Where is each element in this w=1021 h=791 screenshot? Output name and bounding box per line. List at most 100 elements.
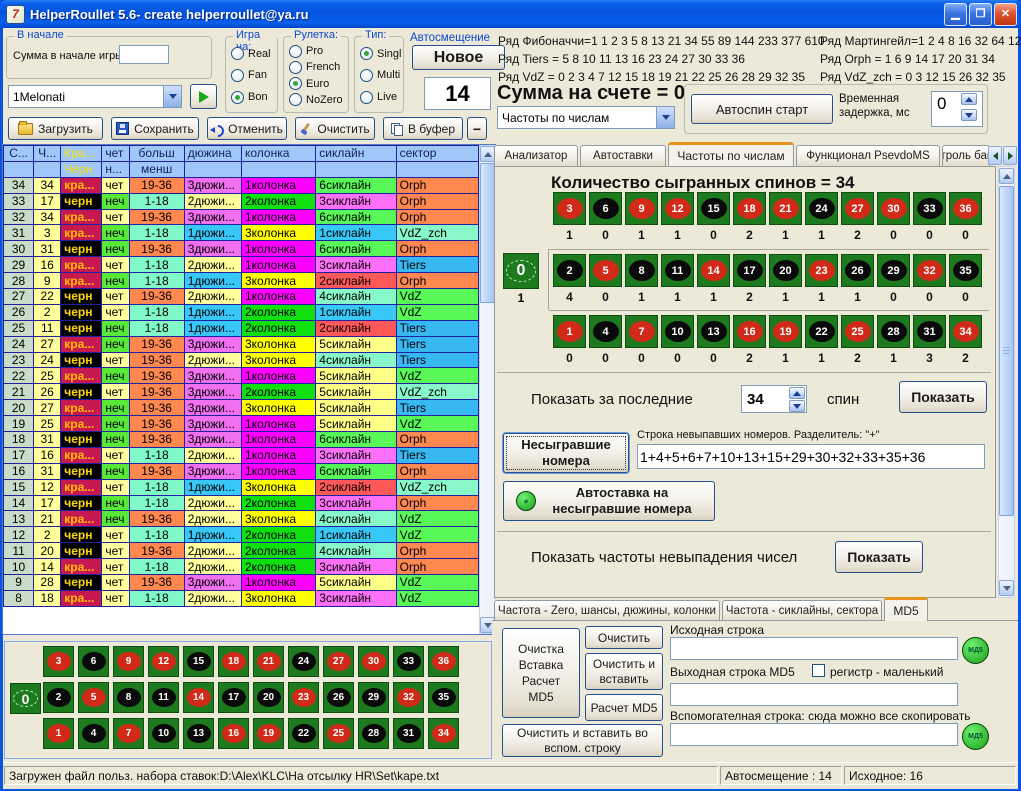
number-cell[interactable]: 15 [697,192,730,225]
table-row[interactable]: 2511черннеч1-181дюжи...2колонка2сиклайнT… [4,320,479,336]
tab-2[interactable]: Автоставки [580,145,666,166]
number-cell[interactable]: 33 [393,646,424,677]
scroll-thumb[interactable] [480,163,495,303]
number-cell[interactable]: 20 [253,682,284,713]
md5-aux-run-icon-button[interactable]: МД5 [962,723,989,750]
tab-3[interactable]: Частоты по числам [668,142,794,166]
radio-option-fan[interactable]: Fan [231,69,275,82]
md5-run-icon-button[interactable]: МД5 [962,637,989,664]
загрузить-button[interactable]: Загрузить [8,117,103,140]
scroll-down-icon[interactable] [999,580,1014,596]
number-cell[interactable]: 22 [805,315,838,348]
start-sum-input[interactable] [119,45,169,64]
number-cell[interactable]: 29 [358,682,389,713]
number-cell[interactable]: 3 [43,646,74,677]
table-row[interactable]: 1120чернчет19-362дюжи...2колонка4сиклайн… [4,543,479,559]
table-row[interactable]: 2126чернчет19-363дюжи...2колонка5сиклайн… [4,384,479,400]
tab-scroll-left-icon[interactable] [988,146,1002,165]
number-cell[interactable]: 31 [393,718,424,749]
number-cell[interactable]: 18 [218,646,249,677]
number-cell[interactable]: 28 [358,718,389,749]
preset-combo[interactable]: 1Melonati [8,85,182,108]
radio-option-nozero[interactable]: NoZero [289,93,346,106]
show-last-spin-up[interactable] [789,387,805,399]
number-cell[interactable]: 24 [288,646,319,677]
chevron-down-icon[interactable] [163,86,181,107]
number-cell[interactable]: 29 [877,254,910,287]
md5-source-input[interactable] [670,637,958,660]
number-cell[interactable]: 31 [913,315,946,348]
number-cell[interactable]: 18 [733,192,766,225]
md5-out-input[interactable] [670,683,958,706]
radio-option-pro[interactable]: Pro [289,45,346,58]
number-cell[interactable]: 1 [553,315,586,348]
board-zero-cell[interactable]: 0 [10,683,41,714]
tab-3[interactable]: MD5 [884,597,928,621]
number-cell[interactable]: 13 [183,718,214,749]
table-row[interactable]: 818кра...чет1-182дюжи...3колонка3сиклайн… [4,590,479,606]
number-cell[interactable]: 12 [661,192,694,225]
autobet-missed-button[interactable]: ⌀ Автоставка на несыгравшие номера [503,481,715,521]
table-row[interactable]: 2722чернчет19-362дюжи...1колонка4сиклайн… [4,289,479,305]
number-cell[interactable]: 33 [913,192,946,225]
table-row[interactable]: 122чернчет1-181дюжи...2колонка1сиклайнVd… [4,527,479,543]
mode-combo[interactable]: Частоты по числам [497,106,675,129]
scroll-up-icon[interactable] [999,168,1014,184]
radio-option-bon[interactable]: Bon [231,91,275,104]
number-cell[interactable]: 7 [625,315,658,348]
number-cell[interactable]: 14 [183,682,214,713]
number-cell[interactable]: 36 [949,192,982,225]
number-cell[interactable]: 16 [218,718,249,749]
missed-numbers-button[interactable]: Несыгравшие номера [503,433,629,473]
number-cell[interactable]: 21 [253,646,284,677]
number-cell[interactable]: 25 [323,718,354,749]
number-cell[interactable]: 3 [553,192,586,225]
collapse-button[interactable]: − [467,117,487,140]
table-row[interactable]: 1631черннеч19-363дюжи...1колонка6сиклайн… [4,463,479,479]
отменить-button[interactable]: Отменить [207,117,287,140]
number-cell[interactable]: 4 [78,718,109,749]
autospin-start-button[interactable]: Автоспин старт [691,94,833,124]
number-cell[interactable]: 10 [148,718,179,749]
number-cell[interactable]: 13 [697,315,730,348]
table-row[interactable]: 2225кра...неч19-363дюжи...1колонка5сикла… [4,368,479,384]
missed-numbers-input[interactable] [637,444,985,469]
number-cell[interactable]: 28 [877,315,910,348]
show-last-spin-down[interactable] [789,400,805,412]
radio-option-live[interactable]: Live [360,91,401,104]
number-cell[interactable]: 14 [697,254,730,287]
number-cell[interactable]: 11 [148,682,179,713]
table-row[interactable]: 1417черннеч1-182дюжи...2колонка3сиклайнO… [4,495,479,511]
number-cell[interactable]: 10 [661,315,694,348]
delay-spin-up[interactable] [961,93,977,105]
number-cell[interactable]: 4 [589,315,622,348]
number-cell[interactable]: 1 [43,718,74,749]
radio-option-euro[interactable]: Euro [289,77,346,90]
tab-4[interactable]: Функционал PsevdoMS [796,145,940,166]
table-row[interactable]: 3434кра...чет19-363дюжи...1колонка6сикла… [4,177,479,193]
md5-aux-input[interactable] [670,723,958,746]
table-row[interactable]: 2427кра...неч19-363дюжи...3колонка5сикла… [4,336,479,352]
play-button[interactable] [190,84,217,109]
table-row[interactable]: 1925кра...неч19-363дюжи...1колонка5сикла… [4,416,479,432]
md5-side-button[interactable]: Очистка Вставка Расчет MD5 [502,628,580,718]
number-cell[interactable]: 24 [805,192,838,225]
number-cell[interactable]: 5 [78,682,109,713]
number-cell[interactable]: 11 [661,254,694,287]
tab-1[interactable]: Анализатор [494,145,578,166]
maximize-button[interactable]: ❐ [969,3,992,26]
table-row[interactable]: 1321кра...неч19-362дюжи...3колонка4сикла… [4,511,479,527]
number-cell[interactable]: 36 [428,646,459,677]
table-row[interactable]: 2324чернчет19-362дюжи...3колонка4сиклайн… [4,352,479,368]
radio-option-singl[interactable]: Singl [360,47,401,60]
number-cell[interactable]: 2 [43,682,74,713]
md5-clear-button[interactable]: Очистить [585,626,663,649]
table-row[interactable]: 1831черннеч19-363дюжи...1колонка6сиклайн… [4,432,479,448]
number-cell[interactable]: 19 [769,315,802,348]
freq-panel-scrollbar[interactable] [998,166,1015,598]
md5-clear-paste-button[interactable]: Очистить и вставить [585,653,663,690]
close-button[interactable]: ✕ [994,3,1017,26]
number-cell[interactable]: 6 [78,646,109,677]
number-cell[interactable]: 27 [323,646,354,677]
number-cell[interactable]: 35 [428,682,459,713]
